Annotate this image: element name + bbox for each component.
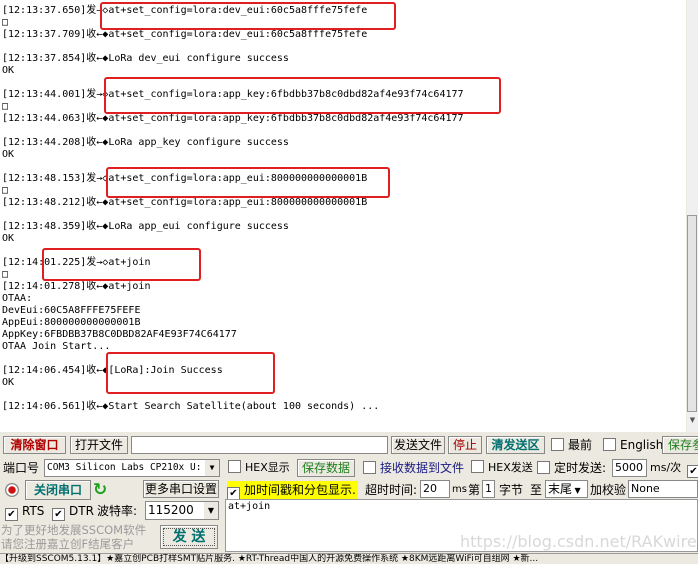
rts-label: RTS xyxy=(22,504,45,518)
refresh-icon[interactable]: ↻ xyxy=(93,480,107,500)
log-line: [12:13:44.208]收←◆LoRa app_key configure … xyxy=(2,137,289,148)
promo-line-2: 请您注册嘉立创F结尾客户 xyxy=(1,537,135,551)
port-label: 端口号 xyxy=(3,461,40,475)
log-line: [12:14:06.561]收←◆Start Search Satellite(… xyxy=(2,401,380,412)
chevron-down-icon: ▼ xyxy=(204,502,218,519)
timeout-unit: ms xyxy=(452,484,467,495)
rts-checkbox[interactable]: ✔ RTS xyxy=(5,502,44,521)
timestamp-checkbox[interactable]: ✔ 加时间戳和分包显示. xyxy=(227,481,358,500)
dtr-checkbox[interactable]: ✔ DTR xyxy=(52,502,94,521)
more-port-settings-button[interactable]: 更多串口设置 xyxy=(143,480,219,498)
highlight-box xyxy=(100,2,396,30)
extra-checkbox[interactable]: ✔ xyxy=(687,459,698,478)
baud-label: 波特率: xyxy=(97,504,138,518)
watermark: https://blog.csdn.net/RAKwireless xyxy=(460,532,698,551)
chevron-down-icon: ▼ xyxy=(205,460,219,476)
log-line: DevEui:60C5A8FFFE75FEFE xyxy=(2,305,141,316)
english-label: English xyxy=(620,438,664,452)
stop-button[interactable]: 停止 xyxy=(448,436,482,454)
recv-to-file-label: 接收数据到文件 xyxy=(380,461,465,475)
log-line: OK xyxy=(2,65,15,76)
checksum-select[interactable]: None xyxy=(628,480,698,498)
open-file-button[interactable]: 打开文件 xyxy=(70,436,128,454)
english-checkbox[interactable]: English xyxy=(603,436,663,454)
checkbox-checked-icon: ✔ xyxy=(52,508,65,521)
hex-show-label: HEX显示 xyxy=(245,461,290,474)
save-data-button[interactable]: 保存数据 xyxy=(297,459,355,477)
recv-to-file-checkbox[interactable]: 接收数据到文件 xyxy=(363,459,464,477)
timed-send-label: 定时发送: xyxy=(554,461,607,475)
checkbox-icon xyxy=(363,461,376,474)
port-select[interactable]: COM3 Silicon Labs CP210x U: ▼ xyxy=(44,459,220,477)
timestamp-label: 加时间戳和分包显示. xyxy=(244,483,356,497)
checkbox-checked-icon: ✔ xyxy=(5,508,18,521)
log-line: OK xyxy=(2,149,15,160)
promo-line-1: 为了更好地发展SSCOM软件 xyxy=(1,523,147,537)
scroll-down-arrow-icon[interactable]: ▼ xyxy=(687,416,698,430)
timeout-label: 超时时间: xyxy=(365,483,418,497)
checkbox-icon xyxy=(551,438,564,451)
checkbox-icon xyxy=(471,460,484,473)
status-bar-marquee[interactable]: 【升级到SSCOM5.13.1】★嘉立创PCB打样SMT贴片服务. ★RT-Th… xyxy=(0,553,698,564)
to-label: 至 xyxy=(530,483,543,497)
interval-unit: ms/次 xyxy=(650,461,682,474)
highlight-box xyxy=(106,352,275,394)
timeout-input[interactable]: 20 xyxy=(420,480,450,498)
hex-send-label: HEX发送 xyxy=(488,461,533,474)
port-value: COM3 Silicon Labs CP210x U: xyxy=(47,462,202,473)
hex-send-checkbox[interactable]: HEX发送 xyxy=(471,459,533,477)
nth-label: 第 xyxy=(468,483,481,497)
log-line: [12:13:37.854]收←◆LoRa dev_eui configure … xyxy=(2,53,289,64)
send-file-button[interactable]: 发送文件 xyxy=(391,436,445,454)
highlight-box xyxy=(42,248,201,281)
promo-text[interactable]: 为了更好地发展SSCOM软件 请您注册嘉立创F结尾客户 xyxy=(1,523,146,551)
checkbox-icon xyxy=(603,438,616,451)
checksum-label: 加校验 xyxy=(590,483,627,497)
receive-area[interactable]: [12:13:37.650]发→◇at+set_config=lora:dev_… xyxy=(0,0,686,432)
log-line: [12:14:01.278]收←◆at+join xyxy=(2,281,151,292)
timed-send-checkbox[interactable]: 定时发送: xyxy=(537,459,606,477)
byte-label: 字节 xyxy=(499,483,524,497)
end-value: 末尾 xyxy=(548,482,573,496)
save-params-button[interactable]: 保存参数 xyxy=(662,436,698,454)
send-button[interactable]: 发 送 xyxy=(160,525,218,549)
close-port-button[interactable]: 关闭串口 xyxy=(25,480,91,500)
checkbox-checked-icon: ✔ xyxy=(687,465,698,478)
dtr-label: DTR xyxy=(69,504,94,518)
log-line: [12:13:44.063]收←◆at+set_config=lora:app_… xyxy=(2,113,464,124)
byte-index-input[interactable]: 1 xyxy=(482,480,495,498)
interval-input[interactable]: 5000 xyxy=(612,459,647,477)
checkbox-icon xyxy=(228,460,241,473)
checkbox-icon xyxy=(537,461,550,474)
clear-window-button[interactable]: 清除窗口 xyxy=(3,436,66,454)
highlight-box xyxy=(104,77,501,114)
vertical-scrollbar[interactable]: ▼ xyxy=(687,0,698,432)
record-indicator-icon xyxy=(5,483,19,497)
baud-value: 115200 xyxy=(148,503,194,517)
log-line: OK xyxy=(2,233,15,244)
file-path-input[interactable] xyxy=(131,436,388,454)
hex-show-checkbox[interactable]: HEX显示 xyxy=(228,459,290,477)
log-line: AppKey:6FBDBB37B8C0DBD82AF4E93F74C64177 xyxy=(2,329,237,340)
log-line: OTAA: xyxy=(2,293,33,304)
log-line: AppEui:800000000000001B xyxy=(2,317,141,328)
baud-select[interactable]: 115200 ▼ xyxy=(145,501,219,520)
end-select[interactable]: 末尾 ▼ xyxy=(545,480,588,498)
scrollbar-thumb[interactable] xyxy=(687,215,697,412)
log-line: [12:13:48.359]收←◆LoRa app_eui configure … xyxy=(2,221,289,232)
log-line: [12:13:37.709]收←◆at+set_config=lora:dev_… xyxy=(2,29,368,40)
highlight-box xyxy=(106,167,390,198)
chevron-down-icon: ▼ xyxy=(572,486,581,495)
clear-send-button[interactable]: 清发送区 xyxy=(486,436,545,454)
topmost-checkbox[interactable]: 最前 xyxy=(551,436,592,454)
topmost-label: 最前 xyxy=(568,438,593,452)
log-line: [12:13:48.212]收←◆at+set_config=lora:app_… xyxy=(2,197,368,208)
